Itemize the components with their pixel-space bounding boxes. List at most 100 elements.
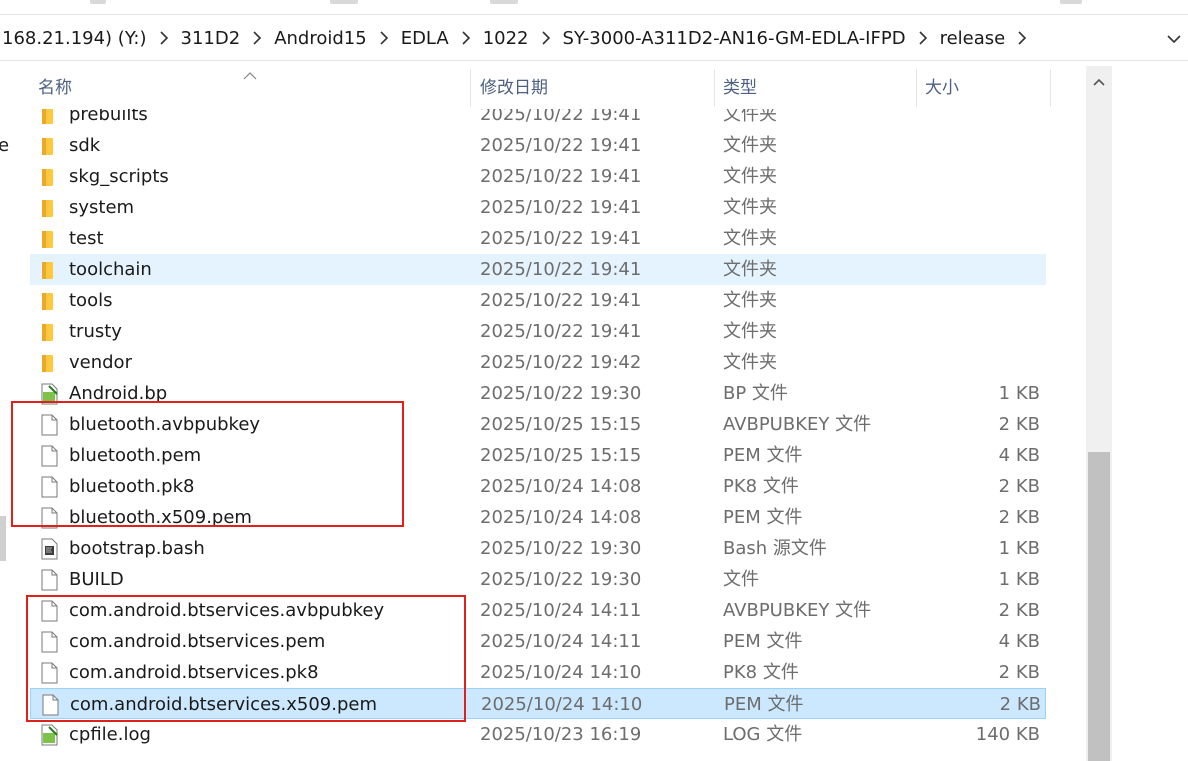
column-header-type[interactable]: 类型 [715,61,915,109]
blank-file-icon [40,564,62,595]
scroll-up-button[interactable] [1086,66,1112,94]
file-modified-date: 2025/10/22 19:42 [480,352,642,373]
file-row[interactable]: skg_scripts 2025/10/22 19:41 文件夹 [30,161,1046,192]
file-name: vendor [69,352,132,373]
file-type: 文件 [723,569,759,590]
file-modified-date: 2025/10/24 14:11 [480,600,642,621]
chevron-up-icon [1093,71,1105,90]
file-type: 文件夹 [723,197,777,218]
address-bar[interactable]: 168.21.194) (Y:) 311D2 Android15 EDLA 10… [0,16,1188,61]
column-divider[interactable] [1050,69,1051,107]
file-name: system [69,197,135,218]
chevron-right-icon[interactable] [153,31,175,45]
file-type: PEM 文件 [724,694,804,715]
file-row[interactable]: system 2025/10/22 19:41 文件夹 [30,192,1046,223]
ribbon-remnant [1060,0,1082,4]
breadcrumb-item-1022[interactable]: 1022 [477,26,535,51]
file-name: test [69,228,104,249]
file-size [930,130,1040,161]
file-modified-date: 2025/10/22 19:41 [480,321,642,342]
breadcrumb-item-drive[interactable]: 168.21.194) (Y:) [0,26,153,51]
file-modified-date: 2025/10/22 19:41 [480,259,642,280]
column-header-type-label: 类型 [723,77,757,98]
file-type: PEM 文件 [723,445,803,466]
column-header-date[interactable]: 修改日期 [472,61,712,109]
nav-pane-scrollbar[interactable] [0,516,6,561]
file-row[interactable]: tools 2025/10/22 19:41 文件夹 [30,285,1046,316]
folder-icon [40,285,62,316]
column-header-name[interactable]: 名称 [30,61,470,109]
folder-icon [40,192,62,223]
file-row[interactable]: bootstrap.bash 2025/10/22 19:30 Bash 源文件 1 … [30,533,1046,564]
file-modified-date: 2025/10/24 14:11 [480,631,642,652]
file-row[interactable]: toolchain 2025/10/22 19:41 文件夹 [30,254,1046,285]
annotation-box-bluetooth [11,401,404,527]
file-row[interactable]: sdk 2025/10/22 19:41 文件夹 [30,130,1046,161]
ribbon-remnant [490,0,518,4]
address-history-dropdown[interactable] [1164,28,1184,48]
chevron-right-icon[interactable] [373,31,395,45]
folder-icon [40,223,62,254]
file-size [930,285,1040,316]
breadcrumb-item-edla[interactable]: EDLA [395,26,455,51]
file-type: Bash 源文件 [723,538,827,559]
file-modified-date: 2025/10/22 19:30 [480,538,642,559]
file-name: skg_scripts [69,166,169,187]
file-row[interactable]: trusty 2025/10/22 19:41 文件夹 [30,316,1046,347]
file-size: 140 KB [975,724,1040,745]
chevron-right-icon[interactable] [246,31,268,45]
file-type: 文件夹 [723,352,777,373]
file-modified-date: 2025/10/22 19:30 [480,569,642,590]
file-size [930,192,1040,223]
breadcrumb-item-release[interactable]: release [934,26,1012,51]
file-type: AVBPUBKEY 文件 [723,414,872,435]
file-row[interactable]: BUILD 2025/10/22 19:30 文件 1 KB [30,564,1046,595]
file-size: 4 KB [998,445,1040,466]
file-name: sdk [69,135,101,156]
breadcrumb-item-android15[interactable]: Android15 [268,26,373,51]
file-size: 2 KB [999,694,1041,715]
file-size [930,347,1040,378]
scroll-thumb[interactable] [1088,452,1110,761]
file-name: BUILD [69,569,124,590]
breadcrumb-item-project[interactable]: SY-3000-A311D2-AN16-GM-EDLA-IFPD [557,26,912,51]
file-name: trusty [69,321,122,342]
file-type: 文件夹 [723,259,777,280]
folder-icon [40,130,62,161]
chevron-right-icon[interactable] [455,31,477,45]
file-modified-date: 2025/10/25 15:15 [480,414,642,435]
file-type: 文件夹 [723,321,777,342]
file-modified-date: 2025/10/22 19:41 [480,290,642,311]
breadcrumb: 168.21.194) (Y:) 311D2 Android15 EDLA 10… [0,26,1033,51]
file-size [930,316,1040,347]
chevron-right-icon[interactable] [912,31,934,45]
column-header-size-label: 大小 [925,77,959,98]
file-type: 文件夹 [723,135,777,156]
breadcrumb-item-311d2[interactable]: 311D2 [175,26,247,51]
file-modified-date: 2025/10/24 14:08 [480,476,642,497]
column-header-size[interactable]: 大小 [917,61,1049,109]
ribbon-strip [0,0,1188,15]
file-row[interactable]: test 2025/10/22 19:41 文件夹 [30,223,1046,254]
file-size: 1 KB [998,538,1040,559]
vertical-scrollbar[interactable] [1086,66,1112,761]
file-row[interactable]: cpfile.log 2025/10/23 16:19 LOG 文件 140 KB [30,719,1046,750]
file-modified-date: 2025/10/22 19:41 [480,166,642,187]
file-modified-date: 2025/10/22 19:41 [480,228,642,249]
folder-icon [40,254,62,285]
folder-icon [40,316,62,347]
ribbon-remnant [330,0,358,4]
file-size: 2 KB [998,476,1040,497]
file-modified-date: 2025/10/22 19:41 [480,135,642,156]
file-size: 2 KB [998,600,1040,621]
file-size [930,161,1040,192]
chevron-right-icon[interactable] [535,31,557,45]
file-type: BP 文件 [723,383,788,404]
nav-item-partial-label[interactable]: e [0,135,9,156]
file-modified-date: 2025/10/25 15:15 [480,445,642,466]
file-row[interactable]: vendor 2025/10/22 19:42 文件夹 [30,347,1046,378]
column-divider[interactable] [470,69,471,107]
file-modified-date: 2025/10/24 14:08 [480,507,642,528]
chevron-down-icon [1166,29,1182,48]
chevron-right-icon[interactable] [1011,31,1033,45]
